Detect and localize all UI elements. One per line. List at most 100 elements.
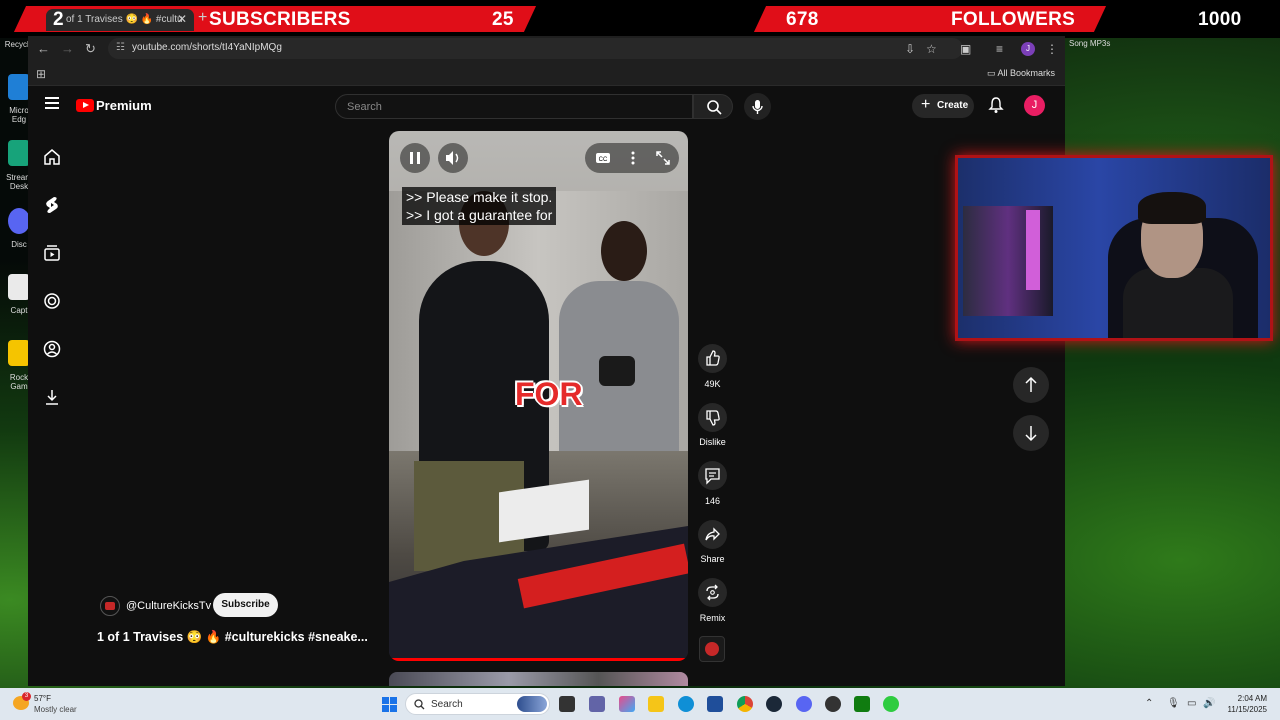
explore-icon[interactable] (42, 291, 62, 311)
copilot-icon[interactable] (619, 696, 635, 712)
taskbar-search[interactable]: Search (405, 693, 550, 715)
battery-icon[interactable]: ▭ (1187, 698, 1196, 709)
youtube-header: Premium Search + Create J (28, 87, 1065, 125)
downloads-icon[interactable] (42, 387, 62, 407)
share-button[interactable] (698, 520, 727, 549)
create-button[interactable]: + Create (912, 94, 974, 118)
clock[interactable]: 2:04 AM 11/15/2025 (1225, 693, 1267, 715)
rockstar-desktop-icon[interactable] (8, 340, 30, 366)
menu-icon[interactable] (45, 97, 59, 109)
you-icon[interactable] (42, 339, 62, 359)
store-icon[interactable] (707, 696, 723, 712)
notifications-bell-icon[interactable] (988, 96, 1004, 114)
comments-button[interactable] (698, 461, 727, 490)
subscribe-button[interactable]: Subscribe (213, 593, 278, 617)
obs-icon[interactable] (825, 696, 841, 712)
teams-icon[interactable] (589, 696, 605, 712)
edge-icon[interactable] (678, 696, 694, 712)
apps-grid-icon[interactable]: ⊞ (36, 67, 46, 81)
video-progress-bar[interactable] (389, 658, 688, 661)
edge-desktop-icon[interactable] (8, 74, 30, 100)
chrome-icon[interactable] (737, 696, 753, 712)
install-app-icon[interactable]: ⇩ (905, 42, 915, 56)
previous-short-button[interactable] (1013, 367, 1049, 403)
forward-icon[interactable]: → (61, 41, 74, 56)
player-controls-group: CC (585, 143, 679, 173)
volume-icon (446, 151, 459, 165)
browser-tab[interactable]: of 1 Travises 😳 🔥 #cultu (46, 9, 194, 31)
dislike-button[interactable] (698, 403, 727, 432)
share-label: Share (700, 554, 725, 564)
caption-line: >> I got a guarantee for (406, 207, 553, 223)
site-info-icon[interactable]: ☷ (116, 42, 125, 53)
channel-avatar-button[interactable] (699, 636, 725, 662)
file-explorer-icon[interactable] (648, 696, 664, 712)
captions-button[interactable]: CC (589, 143, 617, 173)
fullscreen-icon[interactable] (649, 143, 677, 173)
webcam-streamer-hair (1138, 192, 1206, 224)
weather-temp[interactable]: 57°F (34, 694, 51, 703)
bookmark-star-icon[interactable]: ☆ (926, 42, 937, 56)
start-button[interactable] (382, 697, 397, 712)
remix-label: Remix (699, 613, 726, 623)
windows-logo-icon (382, 705, 389, 712)
new-tab-icon[interactable]: + (198, 9, 207, 27)
volume-button[interactable] (438, 143, 468, 173)
url-bar[interactable]: ☷ youtube.com/shorts/tI4YaNIpMQg (108, 38, 963, 59)
channel-name[interactable]: @CultureKicksTv (126, 600, 211, 612)
search-icon (414, 699, 425, 710)
volume-tray-icon[interactable]: 🔊 (1203, 698, 1215, 709)
stream-deck-desktop-icon[interactable] (8, 140, 30, 166)
home-icon[interactable] (42, 147, 62, 167)
subscribers-label: SUBSCRIBERS (209, 9, 351, 30)
search-button[interactable] (693, 94, 733, 119)
microphone-tray-icon[interactable]: 🎙 (1167, 698, 1180, 709)
steam-icon[interactable] (766, 696, 782, 712)
comment-count: 146 (704, 496, 721, 506)
user-avatar[interactable]: J (1024, 95, 1045, 116)
video-camera-prop (599, 356, 635, 386)
channel-avatar[interactable] (100, 596, 120, 616)
arrow-up-icon (1025, 376, 1037, 392)
browser-window: ← → ↻ ☷ youtube.com/shorts/tI4YaNIpMQg ⇩… (28, 36, 1065, 686)
comment-icon (705, 468, 720, 485)
clock-date: 11/15/2025 (1227, 705, 1267, 714)
reload-icon[interactable]: ↻ (85, 41, 96, 57)
discord-icon[interactable] (796, 696, 812, 712)
tab-title: of 1 Travises 😳 🔥 #cultu (66, 14, 183, 25)
all-bookmarks-button[interactable]: ▭ All Bookmarks (987, 68, 1055, 79)
tray-overflow-icon[interactable]: ⌃ (1145, 698, 1153, 709)
side-panel-icon[interactable]: ▣ (960, 42, 971, 56)
subscriptions-icon[interactable] (42, 243, 62, 263)
caption-line: >> Please make it stop. (406, 189, 553, 205)
webcam-streamer-body (1123, 268, 1233, 338)
plus-icon: + (921, 96, 931, 113)
stream-overlay-bar: of 1 Travises 😳 🔥 #cultu ✕ + 2 SUBSCRIBE… (0, 0, 1280, 38)
app-icon[interactable] (883, 696, 899, 712)
browser-profile-avatar[interactable]: J (1021, 42, 1035, 56)
shorts-video-player[interactable]: CC >> Please make it stop. >> I got a gu… (389, 131, 688, 661)
youtube-logo-icon[interactable] (76, 99, 94, 112)
discord-desktop-icon[interactable] (8, 208, 30, 234)
back-icon[interactable]: ← (37, 41, 50, 56)
task-view-icon[interactable] (559, 696, 575, 712)
next-short-button[interactable] (1013, 415, 1049, 451)
windows-logo-icon (390, 697, 397, 704)
xbox-icon[interactable] (854, 696, 870, 712)
pause-button[interactable] (400, 143, 430, 173)
youtube-brand[interactable]: Premium (96, 98, 152, 113)
shorts-icon[interactable] (42, 195, 62, 215)
microphone-icon (752, 100, 763, 114)
remix-button[interactable] (698, 578, 727, 607)
weather-desc[interactable]: Mostly clear (34, 705, 77, 714)
tab-close-icon[interactable]: ✕ (177, 12, 187, 26)
like-button[interactable] (698, 344, 727, 373)
media-controls-icon[interactable]: ≡ (996, 42, 1003, 56)
short-title[interactable]: 1 of 1 Travises 😳 🔥 #culturekicks #sneak… (97, 630, 368, 645)
search-input[interactable]: Search (335, 94, 693, 119)
more-options-icon[interactable] (619, 143, 647, 173)
capcut-desktop-icon[interactable] (8, 274, 30, 300)
next-short-preview[interactable] (389, 672, 688, 686)
voice-search-button[interactable] (744, 93, 771, 120)
browser-menu-icon[interactable]: ⋮ (1046, 42, 1058, 56)
